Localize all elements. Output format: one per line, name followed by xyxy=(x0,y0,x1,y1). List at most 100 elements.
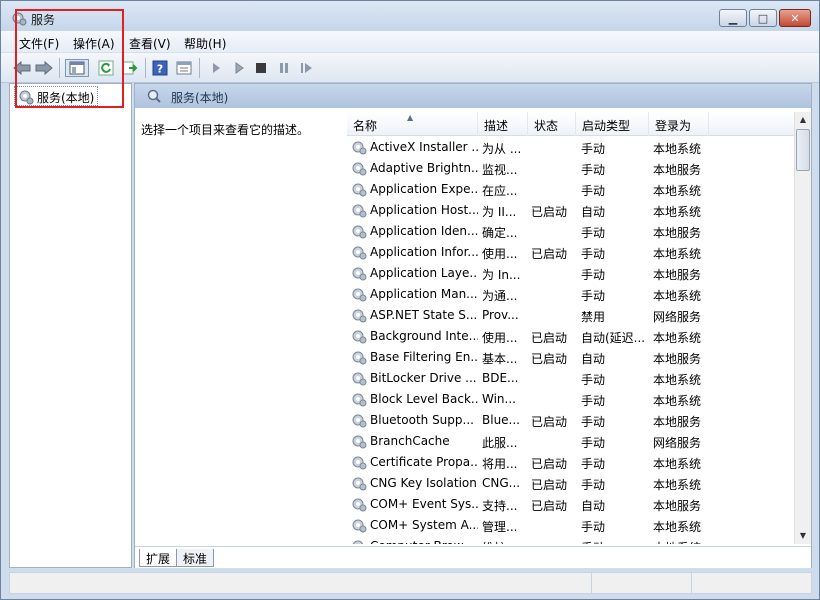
service-row[interactable]: BranchCache 此服... 手动 网络服务 xyxy=(347,431,797,452)
service-status: 已启动 xyxy=(531,205,568,219)
column-description[interactable]: 描述 xyxy=(478,112,528,136)
status-segment xyxy=(691,573,811,593)
service-row[interactable]: Application Iden... 确定... 手动 本地服务 xyxy=(347,221,797,242)
service-status: 已启动 xyxy=(531,415,568,429)
minimize-button[interactable]: ▁ xyxy=(719,9,747,27)
maximize-button[interactable]: □ xyxy=(749,9,777,27)
service-startup: 手动 xyxy=(581,436,606,450)
service-row[interactable]: Bluetooth Supp... Blue... 已启动 手动 本地服务 xyxy=(347,410,797,431)
service-row[interactable]: Background Inte... 使用... 已启动 自动(延迟... 本地系统 xyxy=(347,326,797,347)
service-row[interactable]: CNG Key Isolation CNG... 已启动 手动 本地系统 xyxy=(347,473,797,494)
service-desc: 管理... xyxy=(482,520,518,534)
service-desc: Win... xyxy=(482,392,516,406)
view-tabs: 扩展 标准 xyxy=(135,546,811,568)
service-startup: 手动 xyxy=(581,163,606,177)
stop-icon[interactable] xyxy=(252,59,270,77)
service-name: Block Level Back... xyxy=(370,392,478,406)
column-status[interactable]: 状态 xyxy=(528,112,576,136)
service-startup: 手动 xyxy=(581,415,606,429)
service-row[interactable]: Certificate Propa... 将用... 已启动 手动 本地系统 xyxy=(347,452,797,473)
service-gear-icon xyxy=(352,162,367,176)
service-startup: 手动 xyxy=(581,478,606,492)
service-startup: 手动 xyxy=(581,289,606,303)
column-logon-as[interactable]: 登录为 xyxy=(649,112,709,136)
service-row[interactable]: Application Host... 为 II... 已启动 自动 本地系统 xyxy=(347,200,797,221)
service-startup: 手动 xyxy=(581,226,606,240)
column-name[interactable]: 名称 ▲ xyxy=(347,112,478,136)
service-gear-icon xyxy=(352,267,367,281)
services-list: 名称 ▲ 描述 状态 启动类型 登录为 ActiveX Installer ..… xyxy=(347,112,811,544)
service-logon: 本地服务 xyxy=(653,415,702,429)
properties-icon[interactable] xyxy=(175,59,193,77)
service-logon: 本地系统 xyxy=(653,394,702,408)
description-hint: 选择一个项目来查看它的描述。 xyxy=(141,123,310,137)
service-startup: 手动 xyxy=(581,142,606,156)
service-startup: 手动 xyxy=(581,268,606,282)
vertical-scrollbar[interactable]: ▲ ▼ xyxy=(794,112,811,544)
close-button[interactable]: ✕ xyxy=(779,9,811,27)
service-logon: 本地系统 xyxy=(653,142,702,156)
column-status-label: 状态 xyxy=(534,119,559,133)
service-logon: 网络服务 xyxy=(653,310,702,324)
menu-help[interactable]: 帮助(H) xyxy=(184,35,226,52)
service-name: Certificate Propa... xyxy=(370,455,478,469)
service-status: 已启动 xyxy=(531,352,568,366)
service-row[interactable]: COM+ System A... 管理... 手动 本地系统 xyxy=(347,515,797,536)
start-alt-icon[interactable] xyxy=(230,59,248,77)
service-startup: 手动 xyxy=(581,394,606,408)
search-gear-icon xyxy=(147,89,161,103)
service-row[interactable]: Application Infor... 使用... 已启动 手动 本地系统 xyxy=(347,242,797,263)
service-name: COM+ Event Sys... xyxy=(370,497,478,511)
service-name: Bluetooth Supp... xyxy=(370,413,474,427)
service-row[interactable]: ActiveX Installer ... 为从 ... 手动 本地系统 xyxy=(347,137,797,158)
service-gear-icon xyxy=(352,204,367,218)
service-row[interactable]: Adaptive Brightn... 监视... 手动 本地服务 xyxy=(347,158,797,179)
service-logon: 本地系统 xyxy=(653,478,702,492)
service-row[interactable]: Application Expe... 在应... 手动 本地系统 xyxy=(347,179,797,200)
service-startup: 手动 xyxy=(581,457,606,471)
service-gear-icon xyxy=(352,414,367,428)
service-name: BranchCache xyxy=(370,434,450,448)
service-logon: 本地系统 xyxy=(653,289,702,303)
service-row[interactable]: Application Laye... 为 In... 手动 本地服务 xyxy=(347,263,797,284)
service-desc: 为 In... xyxy=(482,268,521,282)
service-row[interactable]: BitLocker Drive ... BDE... 手动 本地系统 xyxy=(347,368,797,389)
service-desc: 为通... xyxy=(482,289,518,303)
restart-icon[interactable] xyxy=(298,59,316,77)
service-name: Application Expe... xyxy=(370,182,478,196)
scroll-thumb[interactable] xyxy=(796,129,810,171)
service-status: 已启动 xyxy=(531,247,568,261)
details-pane: 服务(本地) 选择一个项目来查看它的描述。 名称 ▲ 描述 状态 启动类型 登录… xyxy=(134,83,812,568)
menu-view[interactable]: 查看(V) xyxy=(129,35,171,52)
service-logon: 本地服务 xyxy=(653,499,702,513)
pane-title: 服务(本地) xyxy=(171,91,229,105)
service-row[interactable]: Base Filtering En... 基本... 已启动 自动 本地服务 xyxy=(347,347,797,368)
scroll-down-icon[interactable]: ▼ xyxy=(795,528,811,544)
service-status: 已启动 xyxy=(531,457,568,471)
service-desc: 为 II... xyxy=(482,205,517,219)
service-row[interactable]: ASP.NET State S... Prov... 禁用 网络服务 xyxy=(347,305,797,326)
service-desc: 基本... xyxy=(482,352,518,366)
tab-extended[interactable]: 扩展 xyxy=(139,549,178,567)
service-row[interactable]: Block Level Back... Win... 手动 本地系统 xyxy=(347,389,797,410)
console-tree: 服务(本地) xyxy=(9,83,132,568)
service-name: BitLocker Drive ... xyxy=(370,371,477,385)
service-name: ActiveX Installer ... xyxy=(370,140,478,154)
pause-icon[interactable] xyxy=(275,59,293,77)
service-gear-icon xyxy=(352,435,367,449)
start-icon[interactable] xyxy=(207,59,225,77)
column-startup-type[interactable]: 启动类型 xyxy=(576,112,649,136)
service-row[interactable]: COM+ Event Sys... 支持... 已启动 自动 本地服务 xyxy=(347,494,797,515)
service-row[interactable]: Application Man... 为通... 手动 本地系统 xyxy=(347,284,797,305)
service-name: CNG Key Isolation xyxy=(370,476,477,490)
service-startup: 自动 xyxy=(581,499,606,513)
tab-standard[interactable]: 标准 xyxy=(176,549,215,567)
service-desc: 将用... xyxy=(482,457,518,471)
scroll-up-icon[interactable]: ▲ xyxy=(795,112,811,128)
service-startup: 手动 xyxy=(581,520,606,534)
sort-ascending-icon: ▲ xyxy=(407,113,414,122)
help-icon[interactable]: ? xyxy=(151,59,169,77)
service-gear-icon xyxy=(352,225,367,239)
service-row[interactable]: Computer Brow... 维护... 手动本地系统 xyxy=(347,536,797,544)
service-gear-icon xyxy=(352,372,367,386)
